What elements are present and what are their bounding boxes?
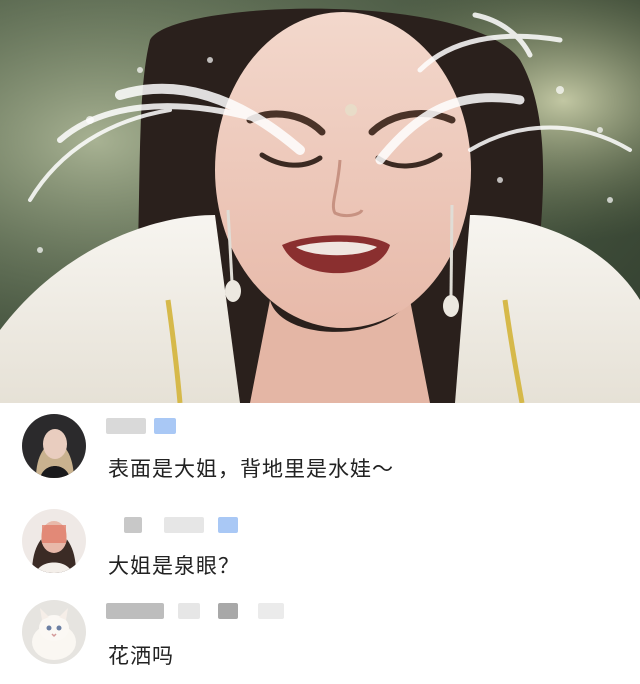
avatar-portrait-dark-icon[interactable] [22,414,86,478]
redaction-block [258,603,284,619]
comment-list: 表面是大姐，背地里是水娃～ 大姐是泉眼？ 花洒吗 [0,403,640,682]
comment-text: 大姐是泉眼？ [108,554,240,578]
username-redacted[interactable] [106,516,238,534]
username-redacted[interactable] [106,417,176,435]
user-badge-icon [218,517,238,533]
user-badge-icon [154,418,176,434]
comment-text: 花洒吗 [108,644,174,668]
redaction-block [106,603,164,619]
username-redacted[interactable] [106,602,284,620]
comment-item[interactable]: 表面是大姐，背地里是水娃～ [0,403,640,495]
redaction-block [164,517,204,533]
redaction-block [178,603,200,619]
redaction-block [218,603,238,619]
comment-item[interactable]: 花洒吗 [0,592,640,684]
redaction-block [124,517,142,533]
redaction-block [106,418,146,434]
avatar-white-cat-icon[interactable] [22,600,86,664]
comment-item[interactable]: 大姐是泉眼？ [0,498,640,590]
avatar-blurred-face-icon[interactable] [22,509,86,573]
video-still-image [0,0,640,403]
video-frame[interactable] [0,0,640,403]
comment-text: 表面是大姐，背地里是水娃～ [108,457,394,481]
